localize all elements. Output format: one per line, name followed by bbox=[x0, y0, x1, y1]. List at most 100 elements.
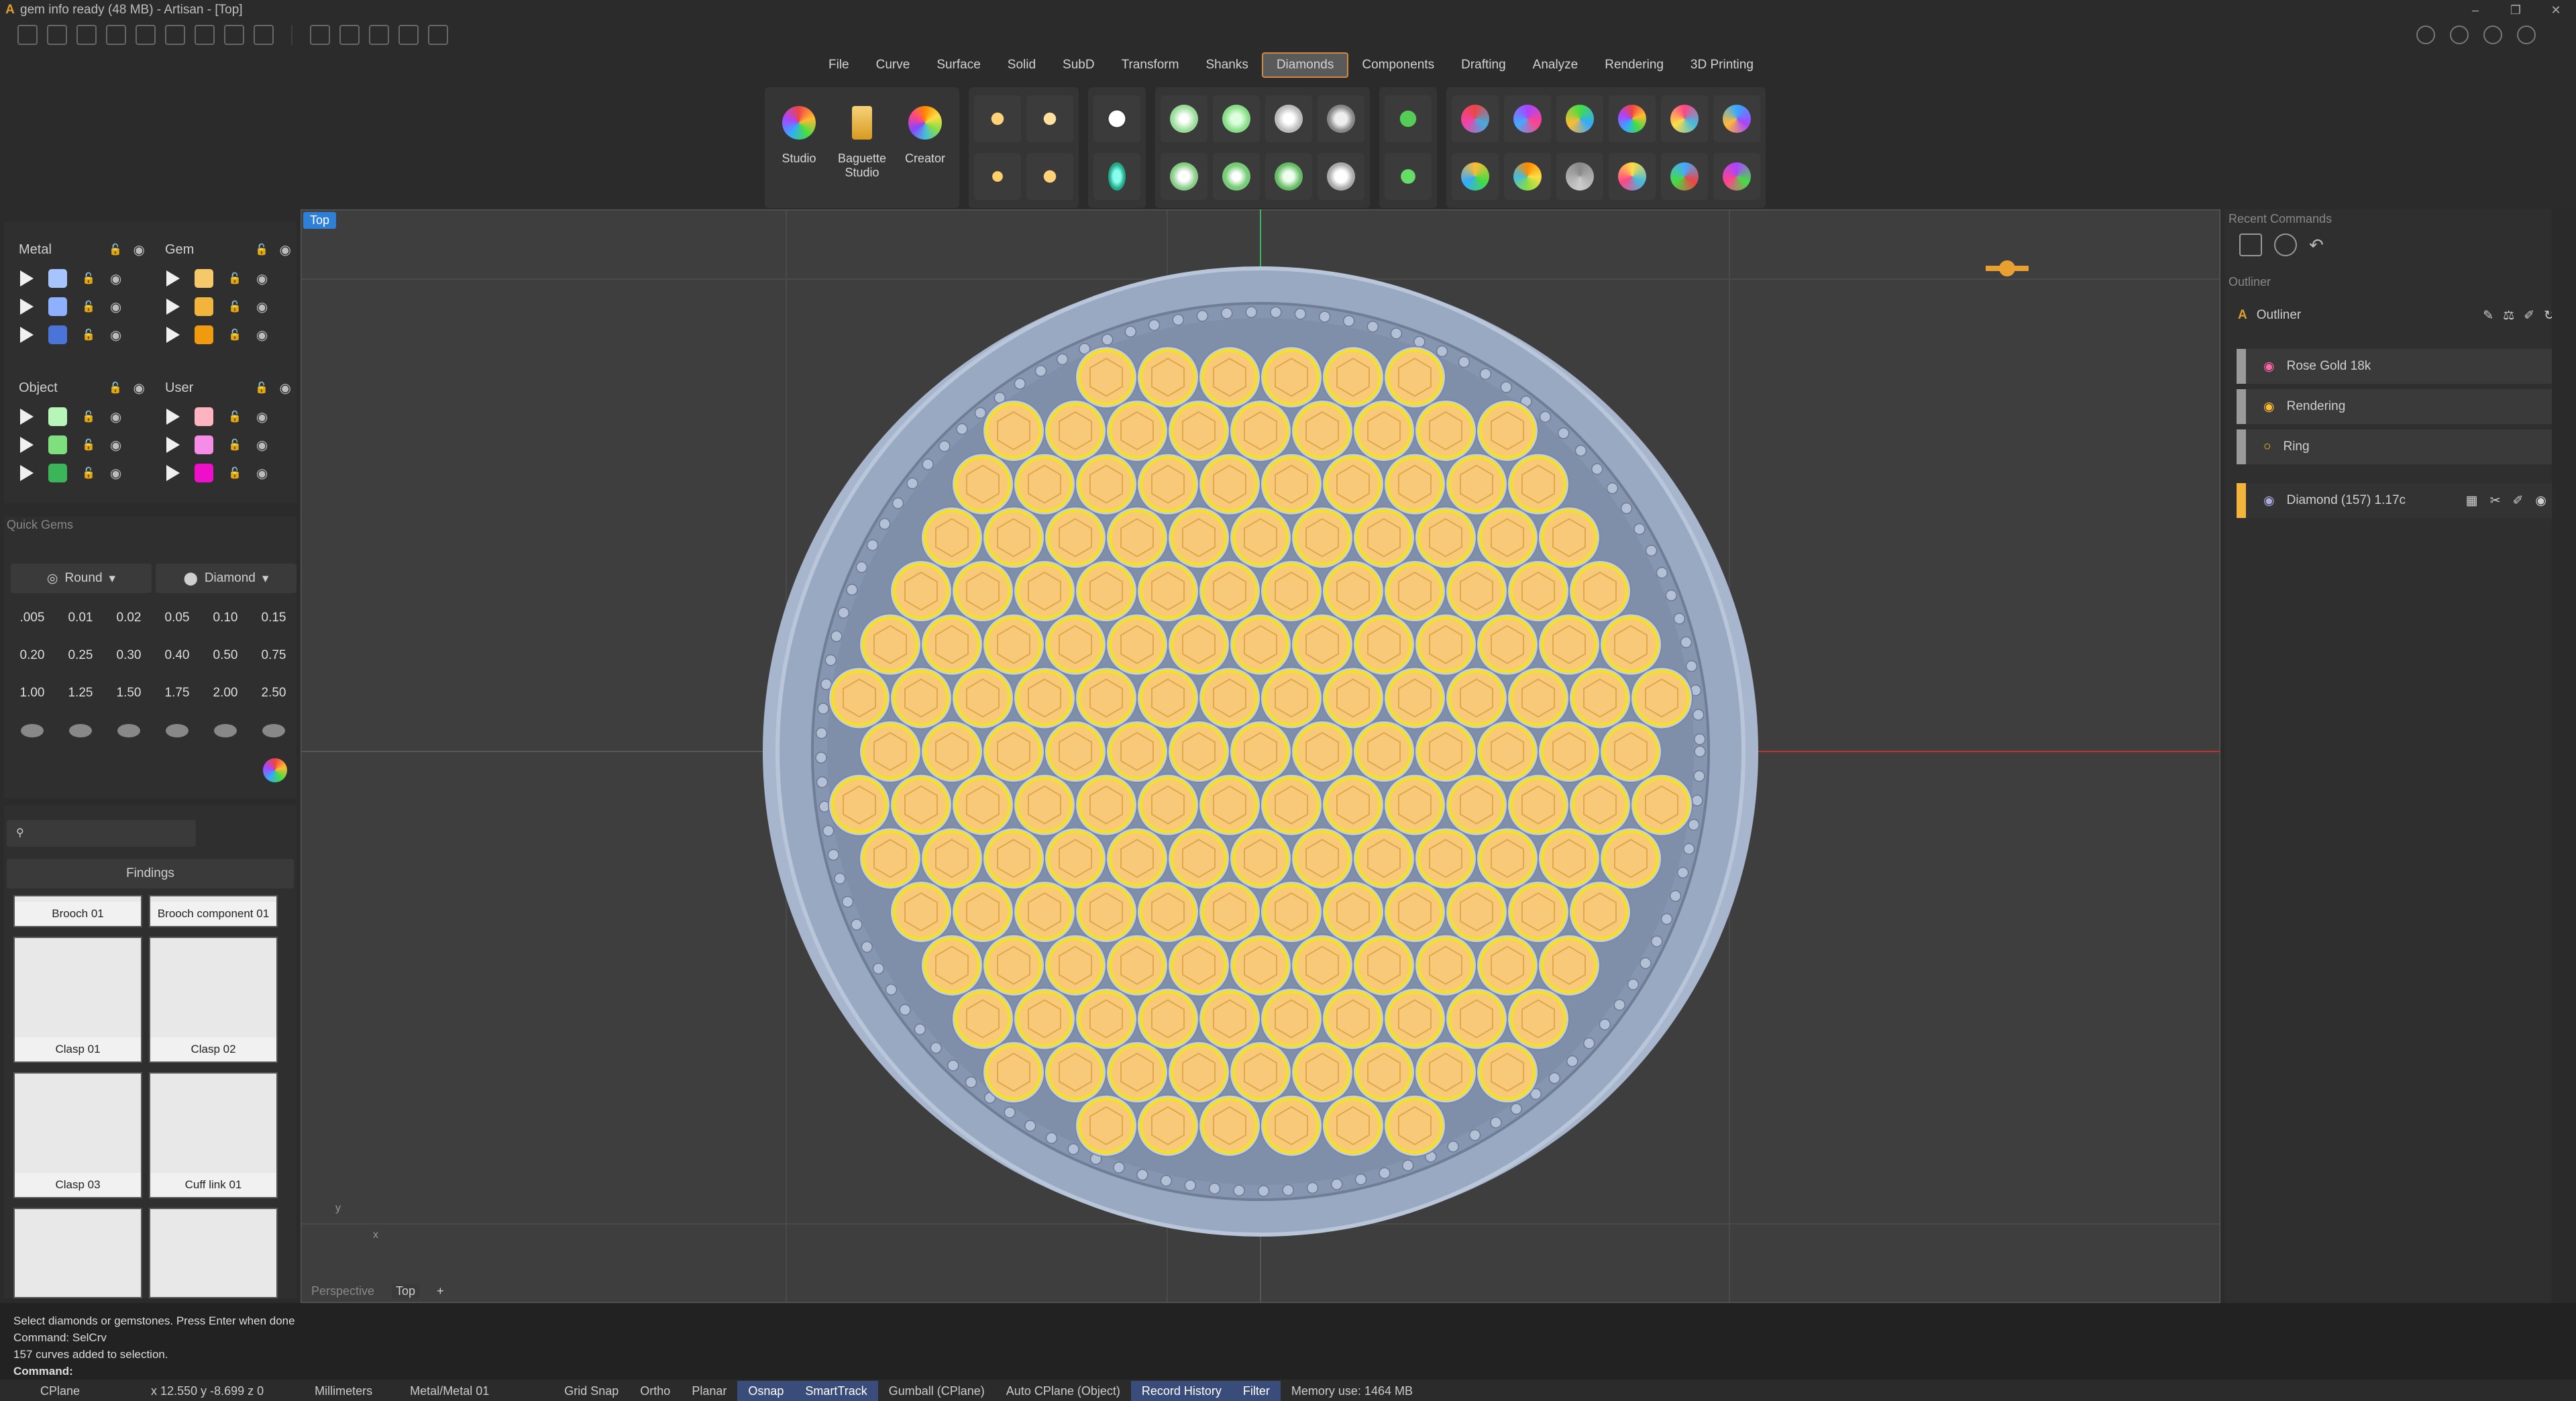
tab-drafting[interactable]: Drafting bbox=[1448, 52, 1519, 78]
play-icon[interactable] bbox=[20, 299, 34, 315]
gem-cut-preset-icon[interactable] bbox=[12, 717, 52, 745]
osnap-toggle[interactable]: Osnap bbox=[737, 1381, 795, 1401]
gem-palette-button[interactable] bbox=[1504, 153, 1551, 200]
star-setting-button[interactable] bbox=[1265, 153, 1312, 200]
edit-icon[interactable]: ✐ bbox=[2524, 308, 2534, 323]
move-gems-icon[interactable] bbox=[369, 25, 389, 45]
carat-size-button[interactable]: 0.20 bbox=[12, 641, 52, 670]
tab-surface[interactable]: Surface bbox=[923, 52, 994, 78]
gem-color-button[interactable] bbox=[1504, 95, 1551, 142]
ring-render[interactable] bbox=[301, 209, 2220, 1303]
gem-grid-button[interactable] bbox=[974, 153, 1021, 200]
eye-icon[interactable]: ◉ bbox=[133, 242, 145, 258]
play-icon[interactable] bbox=[166, 465, 180, 481]
cluster-button[interactable] bbox=[1318, 95, 1364, 142]
settings-icon[interactable] bbox=[2517, 25, 2536, 44]
outliner-item-diamond[interactable]: ◉ Diamond (157) 1.17c ▦ ✂ ✐ ◉ bbox=[2237, 483, 2555, 518]
cplane-indicator[interactable]: CPlane bbox=[0, 1381, 91, 1401]
undo-icon[interactable]: ↶ bbox=[2309, 234, 2332, 256]
eye-icon[interactable]: ◉ bbox=[110, 437, 121, 454]
new-template-icon[interactable] bbox=[47, 25, 67, 45]
select-gems-icon[interactable] bbox=[339, 25, 360, 45]
tab-diamonds[interactable]: Diamonds bbox=[1261, 52, 1349, 78]
lock-icon[interactable]: 🔓 bbox=[228, 438, 241, 452]
command-prompt[interactable]: Command: bbox=[13, 1363, 2576, 1380]
gem-ring-button[interactable] bbox=[1609, 153, 1656, 200]
baguette-studio-button[interactable]: Baguette Studio bbox=[833, 90, 891, 204]
lock-icon[interactable]: 🔓 bbox=[228, 300, 241, 313]
eye-icon[interactable]: ◉ bbox=[256, 465, 268, 482]
eye-icon[interactable]: ◉ bbox=[110, 465, 121, 482]
carat-size-button[interactable]: 0.40 bbox=[157, 641, 197, 670]
outliner-item-rose-gold[interactable]: ◉ Rose Gold 18k bbox=[2237, 349, 2555, 384]
gem-inspect-button[interactable] bbox=[1556, 95, 1603, 142]
carat-size-button[interactable]: 0.05 bbox=[157, 604, 197, 632]
play-icon[interactable] bbox=[166, 409, 180, 425]
lock-icon[interactable]: 🔓 bbox=[109, 243, 122, 256]
tab-solid[interactable]: Solid bbox=[994, 52, 1049, 78]
eye-icon[interactable]: ◉ bbox=[110, 299, 121, 315]
undo-icon[interactable] bbox=[136, 25, 156, 45]
lock-icon[interactable]: 🔓 bbox=[82, 438, 95, 452]
gem-color-1[interactable] bbox=[195, 269, 213, 288]
info-icon[interactable] bbox=[2416, 25, 2435, 44]
edit-icon[interactable]: ✐ bbox=[2512, 493, 2523, 509]
tab-curve[interactable]: Curve bbox=[863, 52, 924, 78]
gumball-toggle[interactable]: Gumball (CPlane) bbox=[878, 1381, 996, 1401]
library-item[interactable]: Brooch component 01 bbox=[149, 895, 278, 927]
tab-file[interactable]: File bbox=[815, 52, 863, 78]
eye-icon[interactable]: ◉ bbox=[110, 270, 121, 287]
studio-button[interactable]: Studio bbox=[770, 90, 828, 204]
library-item[interactable]: Brooch 01 bbox=[13, 895, 142, 927]
lock-icon[interactable]: 🔓 bbox=[82, 410, 95, 423]
pick-icon[interactable]: ✎ bbox=[2483, 308, 2493, 323]
metal-color-3[interactable] bbox=[48, 325, 67, 344]
carat-size-button[interactable]: 0.10 bbox=[205, 604, 246, 632]
gem-report-button[interactable] bbox=[1452, 95, 1499, 142]
round-gem-button[interactable] bbox=[1093, 95, 1140, 142]
measure-icon[interactable] bbox=[310, 25, 330, 45]
library-item[interactable]: Clasp 01 bbox=[13, 937, 142, 1063]
user-color-3[interactable] bbox=[195, 464, 213, 482]
import-icon[interactable] bbox=[106, 25, 126, 45]
play-icon[interactable] bbox=[20, 437, 34, 453]
play-icon[interactable] bbox=[20, 327, 34, 343]
gem-studio-icon[interactable] bbox=[263, 758, 287, 782]
lock-icon[interactable]: 🔓 bbox=[228, 410, 241, 423]
tab-top[interactable]: Top bbox=[392, 1284, 420, 1298]
gem-magic-button[interactable] bbox=[1713, 95, 1760, 142]
viewport-label[interactable]: Top bbox=[303, 212, 337, 229]
grid-snap-toggle[interactable]: Grid Snap bbox=[553, 1381, 629, 1401]
tab-components[interactable]: Components bbox=[1348, 52, 1448, 78]
lock-icon[interactable]: 🔓 bbox=[82, 328, 95, 342]
lock-icon[interactable]: 🔓 bbox=[228, 466, 241, 480]
head-button[interactable] bbox=[1161, 95, 1208, 142]
library-category-dropdown[interactable]: Findings bbox=[7, 859, 294, 888]
carat-size-button[interactable]: 0.15 bbox=[254, 604, 294, 632]
play-icon[interactable] bbox=[166, 327, 180, 343]
object-color-1[interactable] bbox=[48, 407, 67, 426]
lock-icon[interactable]: 🔓 bbox=[228, 272, 241, 285]
oval-gem-button[interactable] bbox=[1093, 153, 1140, 200]
tab-subd[interactable]: SubD bbox=[1049, 52, 1108, 78]
gem-color-3[interactable] bbox=[195, 325, 213, 344]
carat-size-button[interactable]: 1.00 bbox=[12, 679, 52, 707]
top-viewport[interactable]: Top y x bbox=[301, 209, 2220, 1303]
halo-button[interactable] bbox=[1213, 153, 1260, 200]
lock-icon[interactable]: 🔓 bbox=[255, 243, 268, 256]
library-item[interactable]: Clasp 02 bbox=[149, 937, 278, 1063]
gem-report-icon[interactable] bbox=[2239, 234, 2262, 256]
gem-settings-icon[interactable] bbox=[2274, 234, 2297, 256]
gem-path-button[interactable] bbox=[1556, 153, 1603, 200]
tools-icon[interactable] bbox=[428, 25, 448, 45]
tab-rendering[interactable]: Rendering bbox=[1591, 52, 1677, 78]
license-icon[interactable] bbox=[2450, 25, 2469, 44]
cup-button[interactable] bbox=[1213, 95, 1260, 142]
tab-shanks[interactable]: Shanks bbox=[1192, 52, 1261, 78]
lock-icon[interactable]: 🔓 bbox=[255, 381, 268, 395]
carat-size-button[interactable]: 1.75 bbox=[157, 679, 197, 707]
user-color-1[interactable] bbox=[195, 407, 213, 426]
tab-3d-printing[interactable]: 3D Printing bbox=[1677, 52, 1767, 78]
bezel-button[interactable] bbox=[1161, 153, 1208, 200]
play-icon[interactable] bbox=[166, 270, 180, 287]
